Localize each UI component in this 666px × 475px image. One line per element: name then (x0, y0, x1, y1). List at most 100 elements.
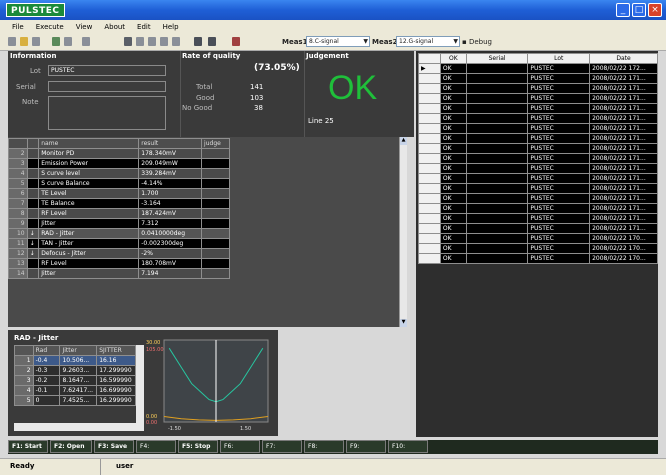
table-row[interactable]: OK PUSTEC 2008/02/22 171... (418, 193, 658, 204)
table-row[interactable]: 5 0 7.4525... 16.299990 (14, 395, 136, 406)
close-button[interactable]: × (648, 3, 662, 17)
new-icon[interactable] (8, 37, 16, 46)
chart-icon[interactable] (208, 37, 216, 46)
cut-icon[interactable] (136, 37, 144, 46)
row-selector[interactable] (418, 223, 441, 234)
col-result[interactable]: result (138, 138, 203, 149)
f3-save-button[interactable]: F3: Save (94, 440, 134, 453)
table-row[interactable]: OK PUSTEC 2008/02/22 171... (418, 73, 658, 84)
table-row[interactable]: 7 TE Balance -3.164 (8, 198, 230, 209)
row-selector[interactable] (418, 253, 441, 264)
open-icon[interactable] (20, 37, 28, 46)
table-row[interactable]: OK PUSTEC 2008/02/22 170... (418, 253, 658, 264)
menu-view[interactable]: View (76, 23, 93, 31)
rad-col-rad[interactable]: Rad (32, 345, 61, 356)
table-row[interactable]: OK PUSTEC 2008/02/22 171... (418, 123, 658, 134)
rad-scrollbar[interactable] (136, 345, 144, 423)
f8-button[interactable]: F8: (304, 440, 344, 453)
row-selector[interactable] (418, 233, 441, 244)
f7-button[interactable]: F7: (262, 440, 302, 453)
table-row[interactable]: OK PUSTEC 2008/02/22 171... (418, 133, 658, 144)
table-row[interactable]: 3 Emission Power 209.049mW (8, 158, 230, 169)
table-row[interactable]: 5 S curve Balance -4.14% (8, 178, 230, 189)
res-col-lot[interactable]: Lot (527, 53, 591, 64)
meas2-select[interactable]: 12.G-signal ▼ (396, 36, 460, 47)
row-selector[interactable] (418, 163, 441, 174)
menu-help[interactable]: Help (163, 23, 179, 31)
f1-start-button[interactable]: F1: Start (8, 440, 48, 453)
lot-field[interactable]: PUSTEC (48, 65, 166, 76)
stop-icon[interactable] (64, 37, 72, 46)
row-selector[interactable] (418, 153, 441, 164)
f6-button[interactable]: F6: (220, 440, 260, 453)
row-selector[interactable] (418, 83, 441, 94)
rad-col-sjitter[interactable]: SJITTER (96, 345, 136, 356)
table-row[interactable]: 4 -0.1 7.62417... 16.699990 (14, 385, 136, 396)
table-row[interactable]: 8 RF Level 187.424mV (8, 208, 230, 219)
table-row[interactable]: OK PUSTEC 2008/02/22 171... (418, 153, 658, 164)
table-row[interactable]: OK PUSTEC 2008/02/22 171... (418, 203, 658, 214)
menu-edit[interactable]: Edit (137, 23, 151, 31)
table-row[interactable]: OK PUSTEC 2008/02/22 171... (418, 143, 658, 154)
table-row[interactable]: ▶ OK PUSTEC 2008/02/22 172... (418, 63, 658, 74)
scroll-up-icon[interactable]: ▲ (400, 137, 407, 145)
monitor-icon[interactable] (194, 37, 202, 46)
table-row[interactable]: OK PUSTEC 2008/02/22 171... (418, 93, 658, 104)
table-row[interactable]: 1 -0.4 10.506... 16.16 (14, 355, 136, 366)
row-selector[interactable] (418, 143, 441, 154)
delete-icon[interactable] (172, 37, 180, 46)
row-selector[interactable] (418, 73, 441, 84)
rad-col-jitter[interactable]: Jitter (59, 345, 98, 356)
table-row[interactable]: OK PUSTEC 2008/02/22 171... (418, 113, 658, 124)
minimize-button[interactable]: _ (616, 3, 630, 17)
copy-icon[interactable] (148, 37, 156, 46)
row-selector[interactable] (418, 93, 441, 104)
table-row[interactable]: OK PUSTEC 2008/02/22 171... (418, 213, 658, 224)
maximize-button[interactable]: □ (632, 3, 646, 17)
table-row[interactable]: OK PUSTEC 2008/02/22 171... (418, 223, 658, 234)
serial-field[interactable] (48, 81, 166, 92)
table-row[interactable]: 6 TE Level 1.700 (8, 188, 230, 199)
checkbox-icon[interactable]: ▪ (462, 38, 467, 46)
row-selector[interactable] (418, 213, 441, 224)
table-row[interactable]: OK PUSTEC 2008/02/22 171... (418, 103, 658, 114)
menu-execute[interactable]: Execute (36, 23, 64, 31)
grid-icon[interactable] (124, 37, 132, 46)
tool-icon[interactable] (232, 37, 240, 46)
f9-button[interactable]: F9: (346, 440, 386, 453)
step-icon[interactable] (82, 37, 90, 46)
row-selector[interactable]: ▶ (418, 63, 441, 74)
row-selector[interactable] (418, 173, 441, 184)
col-judge[interactable]: judge (201, 138, 230, 149)
debug-checkbox-label[interactable]: ▪ Debug (462, 38, 492, 46)
scroll-down-icon[interactable]: ▼ (400, 319, 407, 327)
table-row[interactable]: OK PUSTEC 2008/02/22 170... (418, 233, 658, 244)
row-selector[interactable] (418, 133, 441, 144)
row-selector[interactable] (418, 193, 441, 204)
items-scrollbar[interactable]: ▲ ▼ (399, 137, 407, 327)
table-row[interactable]: OK PUSTEC 2008/02/22 171... (418, 183, 658, 194)
table-row[interactable]: 9 Jitter 7.312 (8, 218, 230, 229)
res-col-serial[interactable]: Serial (465, 53, 529, 64)
table-row[interactable]: OK PUSTEC 2008/02/22 171... (418, 173, 658, 184)
save-icon[interactable] (32, 37, 40, 46)
row-selector[interactable] (418, 203, 441, 214)
f5-stop-button[interactable]: F5: Stop (178, 440, 218, 453)
table-row[interactable]: 2 -0.3 9.2603... 17.299990 (14, 365, 136, 376)
note-field[interactable] (48, 96, 166, 130)
table-row[interactable]: 11 ↓ TAN - Jitter -0.002300deg (8, 238, 230, 249)
rad-hscrollbar[interactable] (14, 423, 144, 431)
table-row[interactable]: 2 Monitor PD 178.340mV (8, 148, 230, 159)
table-row[interactable]: 12 ↓ Defocus - Jitter -2% (8, 248, 230, 259)
table-row[interactable]: 10 ↓ RAD - Jitter 0.0410000deg (8, 228, 230, 239)
table-row[interactable]: 14 Jitter 7.194 (8, 268, 230, 279)
paste-icon[interactable] (160, 37, 168, 46)
res-col-date[interactable]: Date (589, 53, 658, 64)
table-row[interactable]: OK PUSTEC 2008/02/22 171... (418, 163, 658, 174)
menu-about[interactable]: About (104, 23, 125, 31)
table-row[interactable]: OK PUSTEC 2008/02/22 170... (418, 243, 658, 254)
f2-open-button[interactable]: F2: Open (50, 440, 92, 453)
table-row[interactable]: 4 S curve level 339.284mV (8, 168, 230, 179)
res-col-ok[interactable]: OK (439, 53, 467, 64)
row-selector[interactable] (418, 113, 441, 124)
